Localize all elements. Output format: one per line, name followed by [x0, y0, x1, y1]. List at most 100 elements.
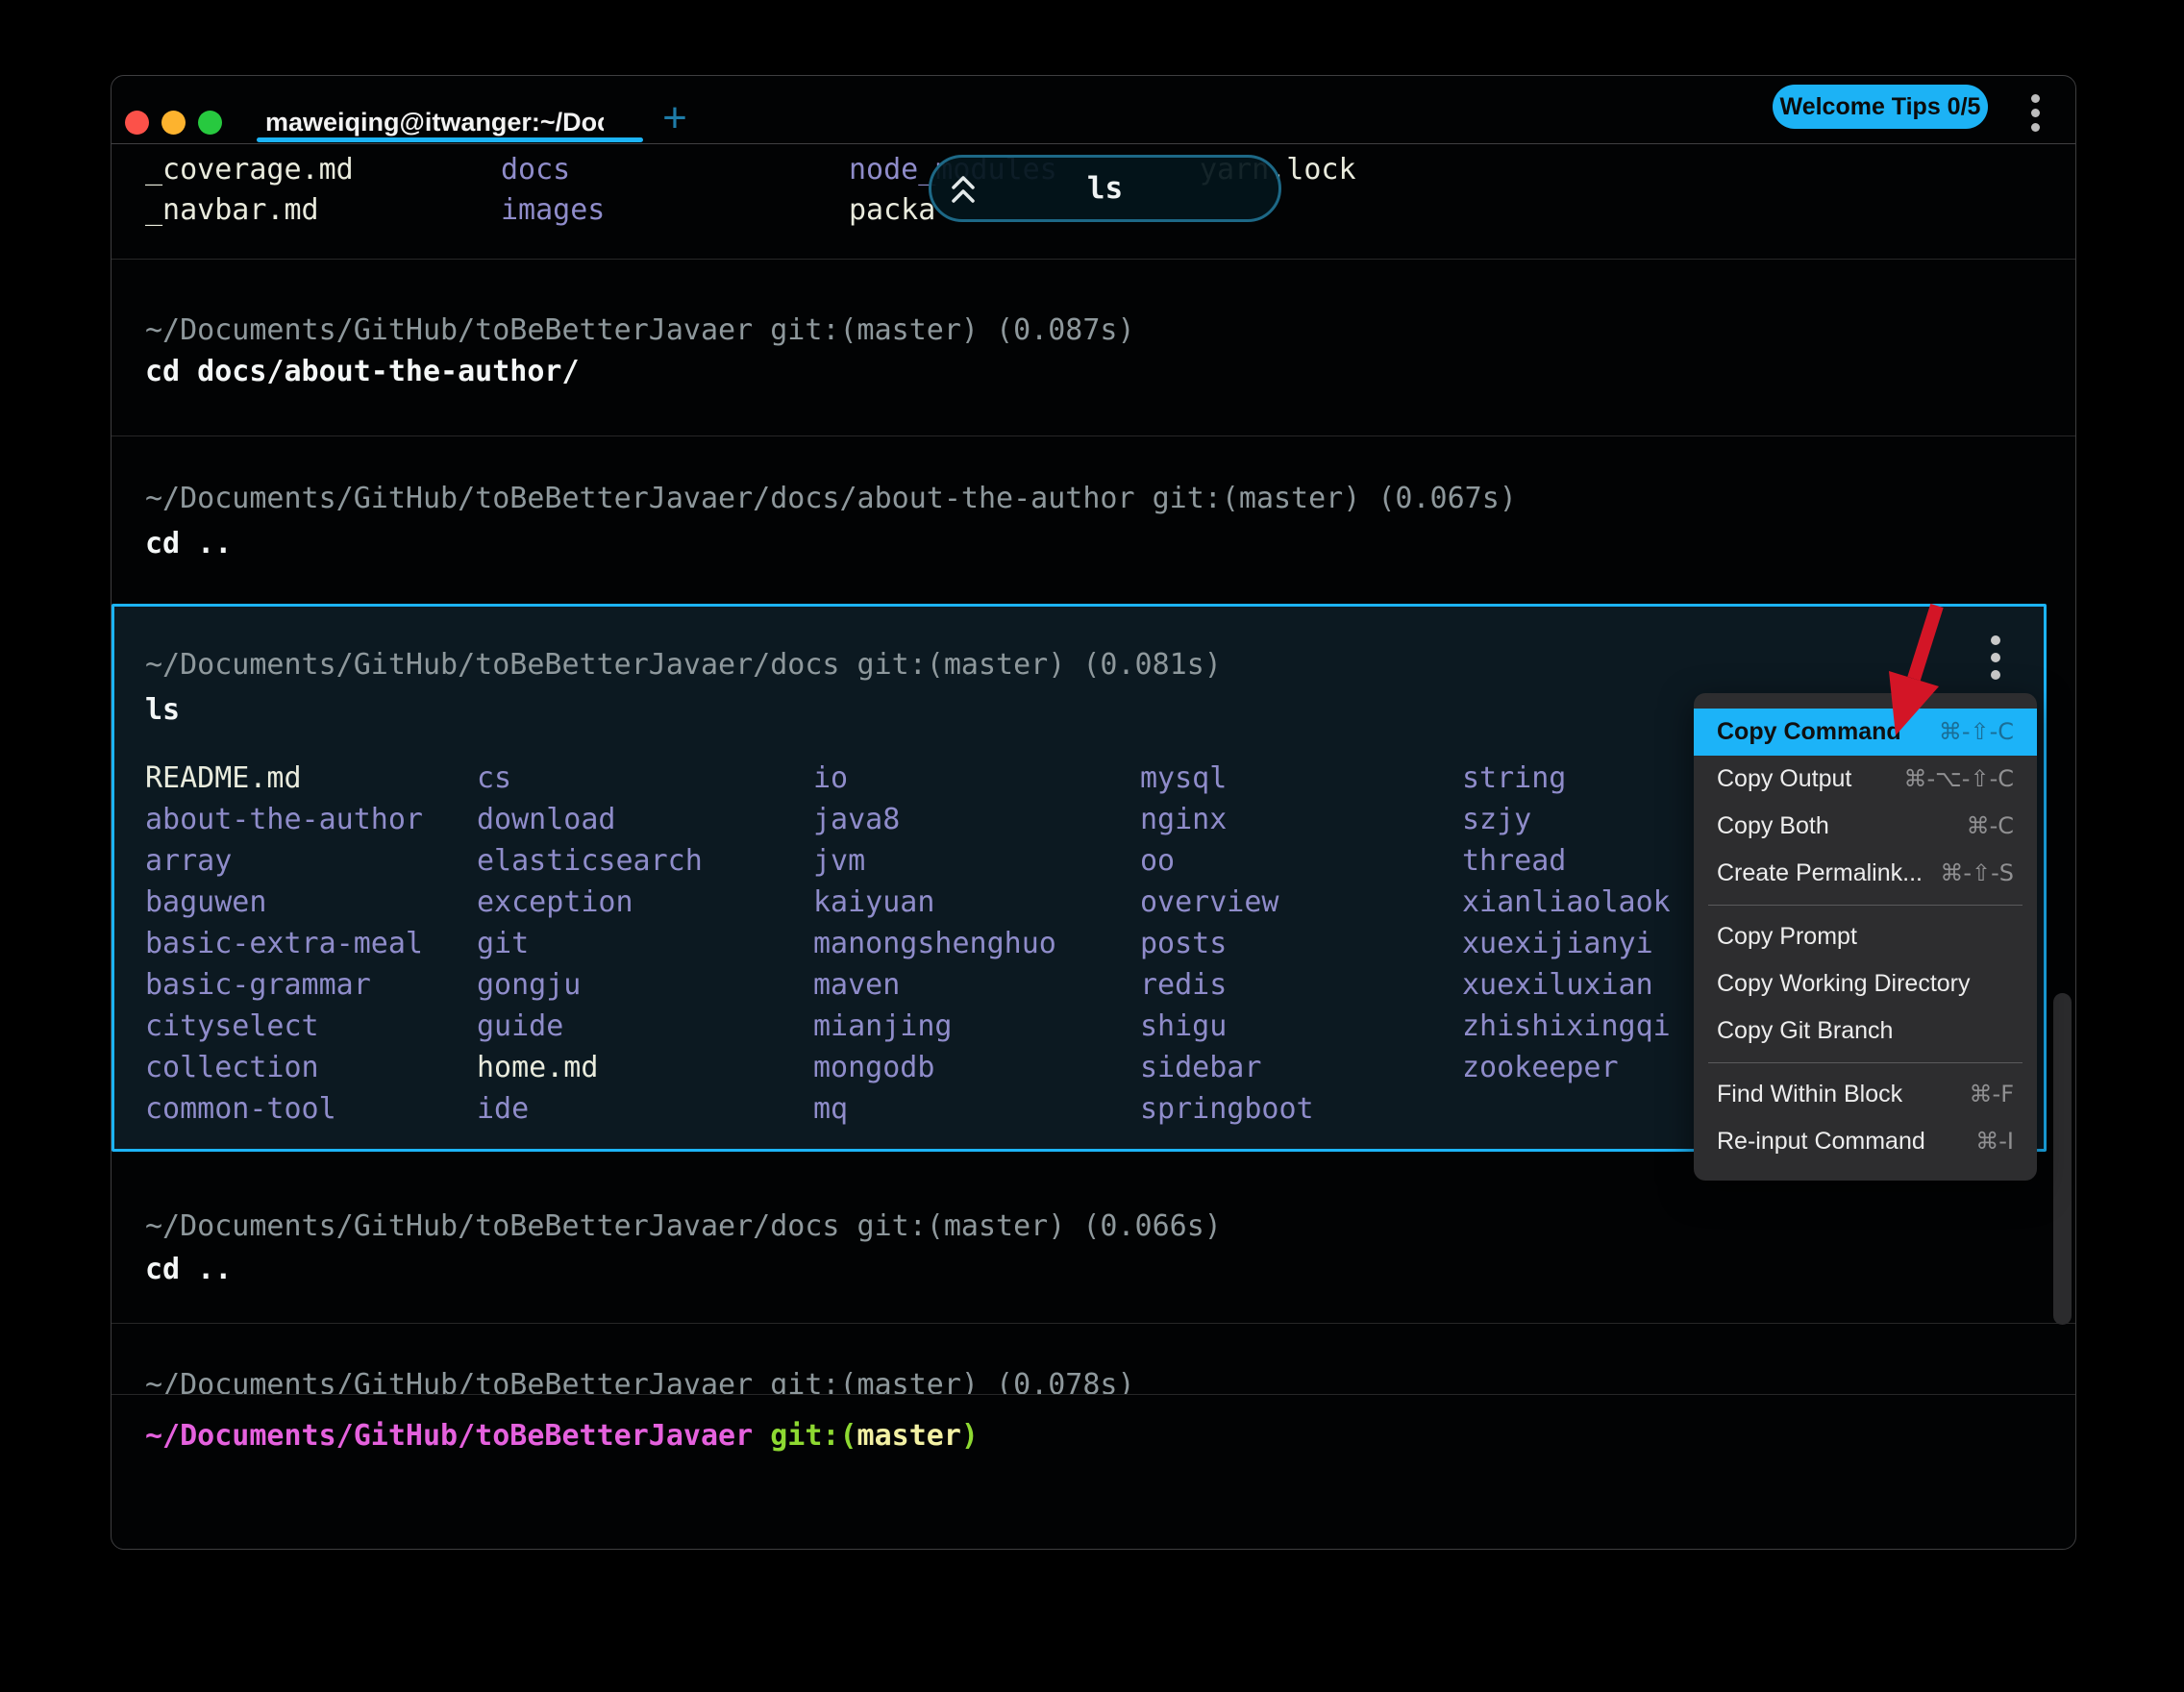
- ls-entry[interactable]: git: [477, 923, 529, 964]
- prompt-git-open: git:(: [753, 1419, 856, 1453]
- block-command: cd ..: [145, 527, 232, 561]
- shell-prompt: ~/Documents/GitHub/toBeBetterJavaer git:…: [145, 1419, 979, 1454]
- scrollbar-thumb[interactable]: [2053, 993, 2072, 1325]
- menu-divider: [1708, 905, 2023, 906]
- ls-entry[interactable]: xuexijianyi: [1462, 923, 1653, 964]
- ls-entry[interactable]: maven: [813, 964, 900, 1006]
- prompt-git-close: ): [961, 1419, 979, 1453]
- menu-divider: [1708, 1062, 2023, 1063]
- ls-entry[interactable]: README.md: [145, 758, 302, 799]
- ls-entry[interactable]: mysql: [1140, 758, 1227, 799]
- active-tab-indicator: [257, 137, 643, 142]
- ls-entry[interactable]: guide: [477, 1006, 563, 1047]
- ls-entry[interactable]: gongju: [477, 964, 581, 1006]
- block-header: ~/Documents/GitHub/toBeBetterJavaer/docs…: [145, 1209, 1222, 1244]
- ls-entry[interactable]: mq: [813, 1088, 848, 1130]
- menu-item-shortcut: ⌘-⌥-⇧-C: [1903, 756, 2014, 803]
- titlebar-divider: [112, 143, 2075, 144]
- scrollback-entry: docs: [501, 150, 570, 190]
- ls-entry[interactable]: basic-extra-meal: [145, 923, 423, 964]
- menu-item-label: Create Permalink...: [1717, 850, 1923, 897]
- ls-entry[interactable]: download: [477, 799, 616, 840]
- menu-item-re-input-command[interactable]: Re-input Command ⌘-I: [1694, 1118, 2037, 1165]
- ls-entry[interactable]: baguwen: [145, 882, 266, 923]
- menu-item-create-permalink[interactable]: Create Permalink... ⌘-⇧-S: [1694, 850, 2037, 897]
- ls-entry[interactable]: cityselect: [145, 1006, 319, 1047]
- ls-entry[interactable]: elasticsearch: [477, 840, 703, 882]
- block-command: cd ..: [145, 1253, 232, 1287]
- ls-entry[interactable]: redis: [1140, 964, 1227, 1006]
- menu-item-copy-both[interactable]: Copy Both⌘-C: [1694, 803, 2037, 850]
- scrollback-entry: images: [501, 190, 605, 231]
- ls-entry[interactable]: springboot: [1140, 1088, 1314, 1130]
- ls-entry[interactable]: szjy: [1462, 799, 1531, 840]
- ls-entry[interactable]: sidebar: [1140, 1047, 1261, 1088]
- menu-item-copy-output[interactable]: Copy Output⌘-⌥-⇧-C: [1694, 756, 2037, 803]
- ls-entry[interactable]: thread: [1462, 840, 1566, 882]
- traffic-lights: [125, 111, 222, 135]
- sticky-command-pill[interactable]: ls: [929, 155, 1281, 222]
- ls-entry[interactable]: about-the-author: [145, 799, 423, 840]
- ls-entry[interactable]: zhishixingqi: [1462, 1006, 1671, 1047]
- ls-entry[interactable]: cs: [477, 758, 511, 799]
- ls-entry[interactable]: mongodb: [813, 1047, 934, 1088]
- window-menu-icon[interactable]: [2031, 91, 2040, 135]
- menu-item-copy-prompt[interactable]: Copy Prompt: [1694, 913, 2037, 960]
- ls-entry[interactable]: io: [813, 758, 848, 799]
- ls-entry[interactable]: manongshenghuo: [813, 923, 1056, 964]
- menu-item-label: Copy Command: [1717, 709, 1901, 756]
- menu-item-copy-working-directory[interactable]: Copy Working Directory: [1694, 960, 2037, 1008]
- ls-entry[interactable]: collection: [145, 1047, 319, 1088]
- ls-entry[interactable]: xuexiluxian: [1462, 964, 1653, 1006]
- menu-item-label: Copy Prompt: [1717, 913, 1857, 960]
- ls-entry[interactable]: java8: [813, 799, 900, 840]
- block-header: ~/Documents/GitHub/toBeBetterJavaer git:…: [145, 313, 1135, 348]
- ls-entry[interactable]: string: [1462, 758, 1566, 799]
- menu-item-find-within-block[interactable]: Find Within Block ⌘-F: [1694, 1071, 2037, 1118]
- ls-entry[interactable]: xianliaolaok: [1462, 882, 1671, 923]
- menu-item-label: Copy Working Directory: [1717, 960, 1971, 1008]
- tab-title[interactable]: maweiqing@itwanger:~/Docum: [265, 107, 604, 137]
- menu-item-shortcut: ⌘-F: [1970, 1071, 2014, 1118]
- menu-item-shortcut: ⌘-⇧-C: [1939, 709, 2014, 756]
- desktop-background: maweiqing@itwanger:~/Docum + Welcome Tip…: [0, 0, 2184, 1692]
- menu-item-copy-command[interactable]: Copy Command ⌘-⇧-C: [1694, 709, 2037, 756]
- terminal-window: maweiqing@itwanger:~/Docum + Welcome Tip…: [111, 75, 2076, 1550]
- new-tab-button[interactable]: +: [658, 97, 692, 139]
- ls-entry[interactable]: exception: [477, 882, 633, 923]
- ls-entry[interactable]: basic-grammar: [145, 964, 371, 1006]
- ls-entry[interactable]: jvm: [813, 840, 865, 882]
- close-window-button[interactable]: [125, 111, 149, 135]
- menu-item-label: Re-input Command: [1717, 1118, 1925, 1165]
- ls-entry[interactable]: nginx: [1140, 799, 1227, 840]
- ls-entry[interactable]: common-tool: [145, 1088, 336, 1130]
- ls-entry[interactable]: mianjing: [813, 1006, 953, 1047]
- minimize-window-button[interactable]: [161, 111, 186, 135]
- double-chevron-up-icon: [947, 171, 980, 210]
- menu-item-shortcut: ⌘-I: [1975, 1118, 2014, 1165]
- ls-entry[interactable]: posts: [1140, 923, 1227, 964]
- scrollback-entry: _navbar.md: [145, 190, 319, 231]
- context-menu: Copy Command⌘-⇧-CCopy Output⌘-⌥-⇧-CCopy …: [1694, 693, 2037, 1181]
- block-divider: [112, 1394, 2075, 1395]
- prompt-path: ~/Documents/GitHub/toBeBetterJavaer: [145, 1419, 753, 1453]
- menu-item-label: Find Within Block: [1717, 1071, 1902, 1118]
- titlebar: maweiqing@itwanger:~/Docum + Welcome Tip…: [112, 76, 2075, 143]
- ls-entry[interactable]: oo: [1140, 840, 1175, 882]
- ls-entry[interactable]: shigu: [1140, 1006, 1227, 1047]
- block-divider: [112, 1323, 2075, 1324]
- clipped-block: ~/Documents/GitHub/toBeBetterJavaer git:…: [145, 1368, 1587, 1394]
- sticky-command-label: ls: [1087, 174, 1123, 204]
- ls-entry[interactable]: ide: [477, 1088, 529, 1130]
- menu-item-shortcut: ⌘-⇧-S: [1940, 850, 2014, 897]
- block-divider: [112, 259, 2075, 260]
- ls-entry[interactable]: zookeeper: [1462, 1047, 1619, 1088]
- menu-item-copy-git-branch[interactable]: Copy Git Branch: [1694, 1008, 2037, 1055]
- ls-entry[interactable]: home.md: [477, 1047, 598, 1088]
- scrollback-entry: _coverage.md: [145, 150, 354, 190]
- ls-entry[interactable]: array: [145, 840, 232, 882]
- ls-entry[interactable]: kaiyuan: [813, 882, 934, 923]
- welcome-tips-button[interactable]: Welcome Tips 0/5: [1773, 85, 1988, 129]
- ls-entry[interactable]: overview: [1140, 882, 1279, 923]
- zoom-window-button[interactable]: [198, 111, 222, 135]
